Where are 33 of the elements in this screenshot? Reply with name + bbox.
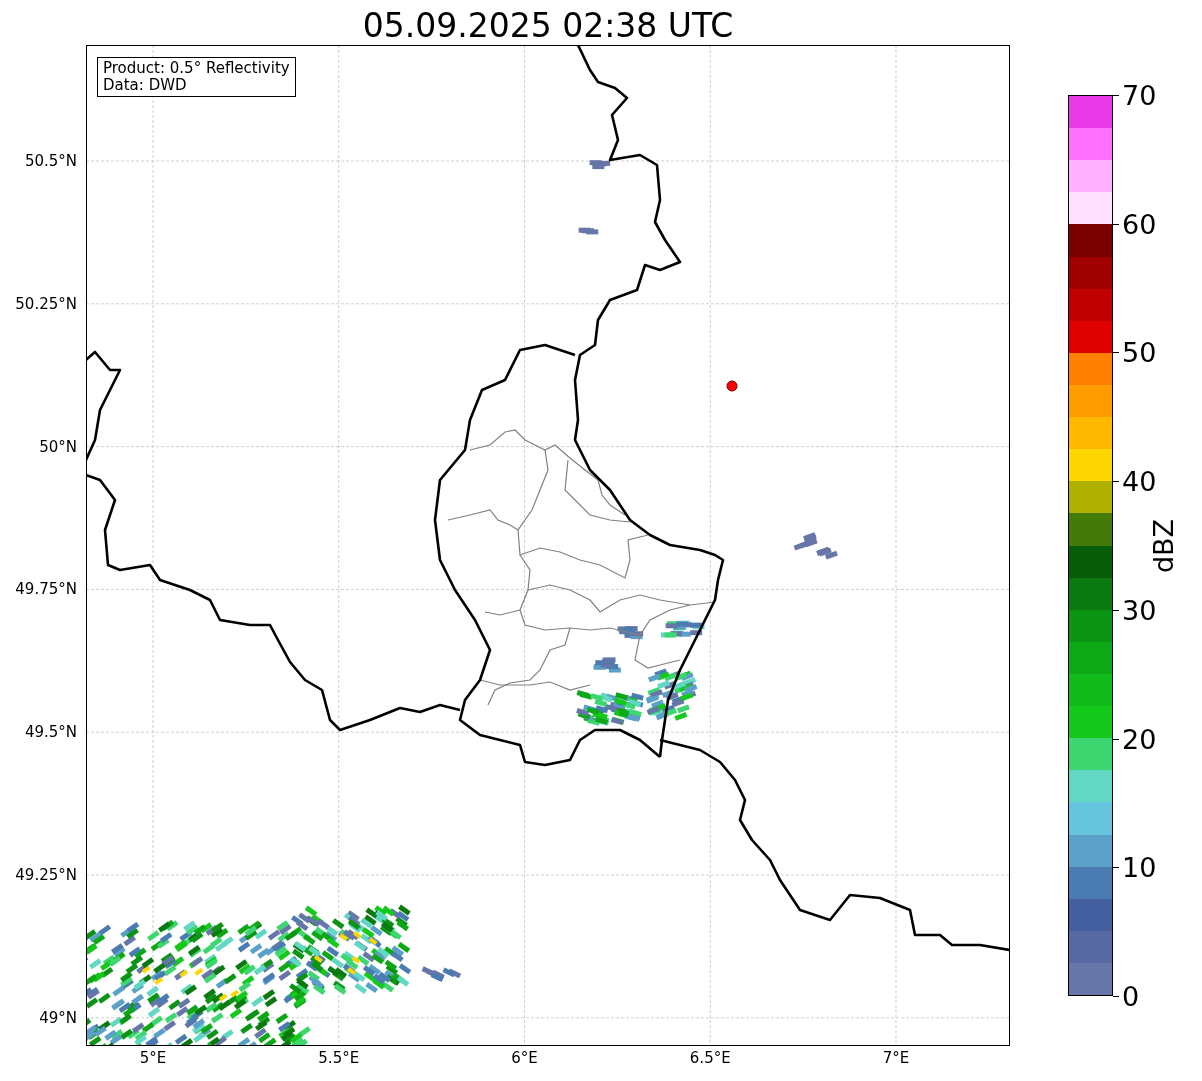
colorbar-tick-label: 0 (1122, 982, 1140, 1010)
radar-echo (589, 160, 611, 170)
colorbar-tick-label: 60 (1122, 210, 1157, 238)
radar-site-marker (726, 380, 738, 392)
plot-title: 05.09.2025 02:38 UTC (361, 5, 735, 45)
latitude-label: 49°N (39, 1008, 77, 1027)
latitude-label: 49.75°N (15, 580, 77, 599)
latitude-label: 50.5°N (24, 152, 77, 170)
latitude-label: 49.25°N (15, 866, 77, 884)
latitude-label: 50.25°N (15, 294, 77, 313)
longitude-label: 5°E (139, 1049, 167, 1067)
radar-echo (617, 626, 644, 640)
colorbar-tick-label: 20 (1122, 725, 1157, 753)
radar-echo (421, 966, 462, 983)
longitude-label: 7°E (882, 1049, 910, 1067)
colorbar-tick-label: 70 (1122, 81, 1157, 109)
radar-echo (578, 227, 599, 235)
longitude-label: 6.5°E (689, 1049, 731, 1067)
info-text: Data: DWD (103, 77, 188, 94)
radar-echo (593, 657, 621, 673)
colorbar-tick-label: 40 (1122, 467, 1157, 495)
colorbar-tick-label: 30 (1122, 596, 1157, 624)
radar-echo (660, 620, 705, 638)
colorbar-tick-label: 50 (1122, 338, 1157, 366)
colorbar-label: dBZ (1147, 518, 1179, 573)
latitude-label: 50°N (39, 437, 77, 456)
latitude-label: 49.5°N (24, 723, 77, 742)
radar-echo (816, 546, 838, 560)
longitude-label: 6°E (511, 1049, 538, 1067)
info-text: Product: 0.5° Reflectivity (103, 60, 290, 77)
radar-echo (793, 532, 818, 551)
colorbar-tick-label: 10 (1122, 853, 1157, 881)
longitude-label: 5.5°E (318, 1049, 360, 1067)
